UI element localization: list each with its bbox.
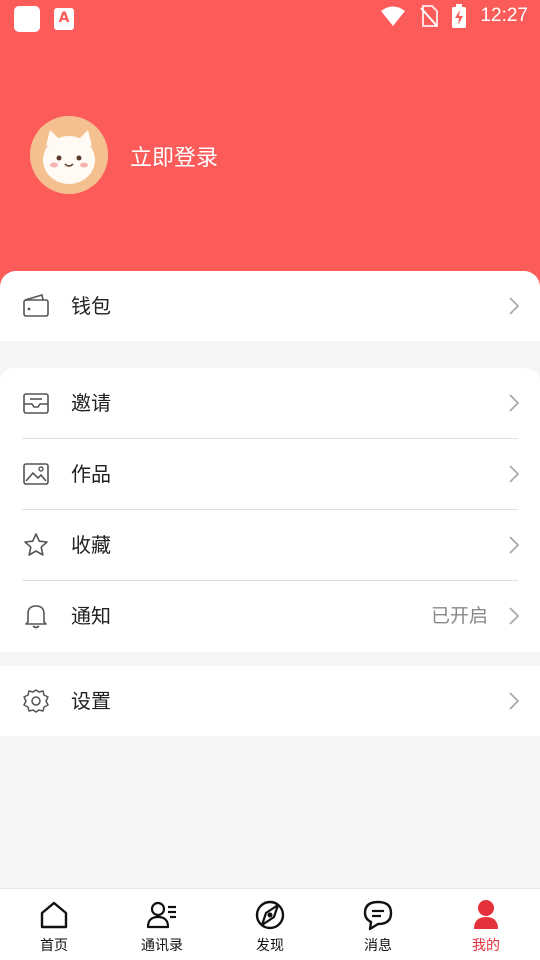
nav-label: 消息 xyxy=(364,938,392,954)
envelope-icon xyxy=(23,393,49,414)
menu-label: 收藏 xyxy=(71,533,111,557)
wallet-icon xyxy=(23,293,49,317)
profile-icon xyxy=(474,900,498,929)
bell-icon xyxy=(25,605,47,629)
nav-contacts[interactable]: 通讯录 xyxy=(108,889,216,960)
chevron-right-icon xyxy=(509,394,520,412)
login-link[interactable]: 立即登录 xyxy=(130,140,218,172)
chevron-right-icon xyxy=(509,692,520,710)
nav-profile[interactable]: 我的 xyxy=(432,889,540,960)
nav-label: 我的 xyxy=(472,938,500,954)
nav-label: 通讯录 xyxy=(141,938,183,954)
menu-item-notifications[interactable]: 通知 已开启 xyxy=(0,581,540,652)
menu-item-favorites[interactable]: 收藏 xyxy=(0,510,540,581)
battery-charging-icon xyxy=(452,4,467,28)
home-icon xyxy=(40,901,68,929)
star-icon xyxy=(24,533,48,556)
message-icon xyxy=(363,900,393,931)
no-sim-icon xyxy=(420,5,439,27)
menu-label: 通知 xyxy=(71,604,111,628)
nav-home[interactable]: 首页 xyxy=(0,889,108,960)
status-bar: A 12:27 xyxy=(0,0,540,36)
menu-label: 设置 xyxy=(71,689,111,713)
bottom-nav: 首页 通讯录 发现 消息 我的 xyxy=(0,888,540,960)
chevron-right-icon xyxy=(509,465,520,483)
cat-avatar-icon xyxy=(30,116,108,194)
avatar[interactable] xyxy=(30,116,108,194)
chevron-right-icon xyxy=(509,607,520,625)
gear-icon xyxy=(23,689,49,713)
menu-label: 钱包 xyxy=(71,294,111,318)
menu-group-card: 邀请 作品 收藏 通知 已开启 xyxy=(0,368,540,652)
menu-item-settings[interactable]: 设置 xyxy=(0,666,540,736)
menu-label: 作品 xyxy=(71,462,111,486)
menu-item-works[interactable]: 作品 xyxy=(0,439,540,510)
menu-item-invite[interactable]: 邀请 xyxy=(0,368,540,439)
clock: 12:27 xyxy=(480,5,528,26)
chevron-right-icon xyxy=(509,297,520,315)
menu-label: 邀请 xyxy=(71,391,111,415)
nav-label: 发现 xyxy=(256,938,284,954)
nav-messages[interactable]: 消息 xyxy=(324,889,432,960)
profile-screen: A 12:27 立即登录 钱包 邀请 作品 收藏 通知 已开启 设置 首页 通讯… xyxy=(0,0,540,960)
app-notification-icon xyxy=(14,6,40,32)
chevron-right-icon xyxy=(509,536,520,554)
menu-item-wallet[interactable]: 钱包 xyxy=(0,271,540,341)
contacts-icon xyxy=(146,901,176,929)
nav-discover[interactable]: 发现 xyxy=(216,889,324,960)
discover-icon xyxy=(255,900,285,930)
wallet-card: 钱包 xyxy=(0,271,540,341)
notification-status: 已开启 xyxy=(430,605,488,627)
wifi-icon xyxy=(381,6,406,26)
image-icon xyxy=(23,463,49,485)
app-badge-icon: A xyxy=(54,8,74,30)
profile-header: A 12:27 立即登录 xyxy=(0,0,540,300)
nav-label: 首页 xyxy=(40,938,68,954)
settings-card: 设置 xyxy=(0,666,540,736)
